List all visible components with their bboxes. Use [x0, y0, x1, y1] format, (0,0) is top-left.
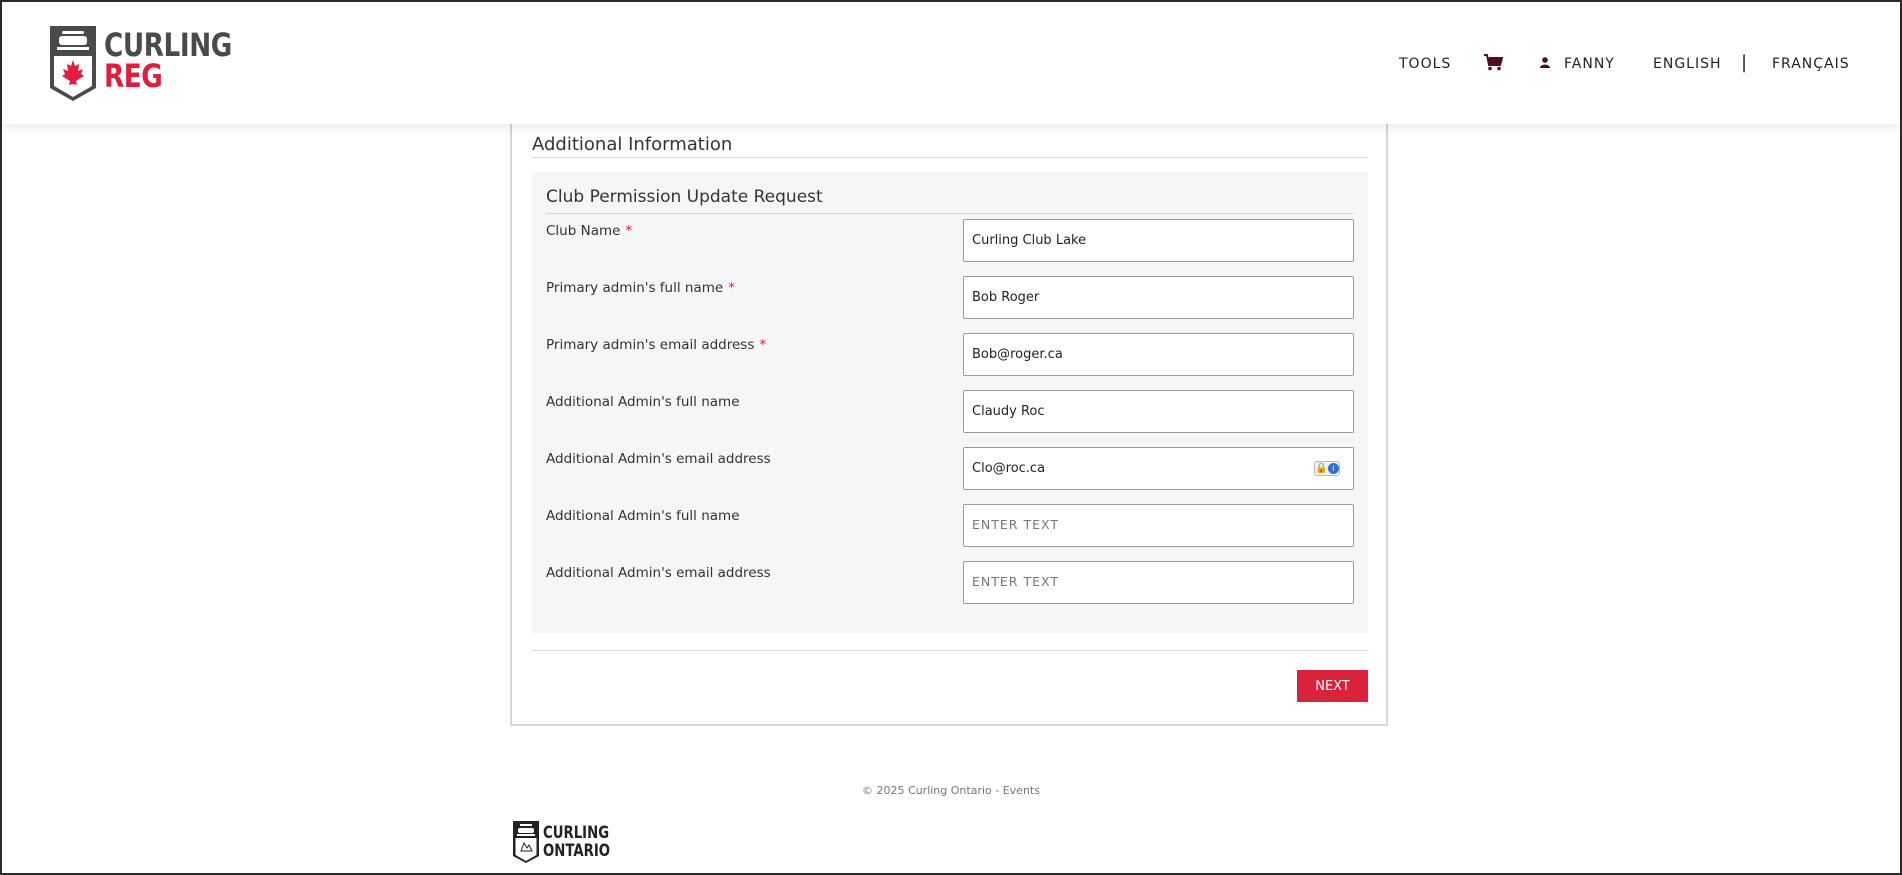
footer-logo-line1: CURLING	[543, 823, 610, 843]
nav-tools-link[interactable]: TOOLS	[1399, 56, 1451, 72]
club-permission-panel: Club Permission Update Request Club Name…	[532, 172, 1368, 633]
additional-admin-name-row-2: Additional Admin's full name	[546, 504, 1354, 548]
primary-admin-email-row: Primary admin's email address *	[546, 333, 1354, 377]
club-name-input[interactable]	[963, 219, 1354, 262]
club-name-label: Club Name *	[546, 223, 633, 239]
additional-admin-email-row-1: Additional Admin's email address 🔒i	[546, 447, 1354, 491]
additional-admin-name-label-2: Additional Admin's full name	[546, 508, 740, 524]
additional-admin-email-input-1[interactable]	[963, 447, 1354, 490]
nav-user-name: FANNY	[1564, 56, 1615, 72]
primary-admin-name-row: Primary admin's full name *	[546, 276, 1354, 320]
footer-logo-line2: ONTARIO	[543, 841, 611, 861]
primary-admin-email-label: Primary admin's email address *	[546, 337, 767, 353]
form-card: Additional Information Club Permission U…	[510, 122, 1388, 726]
section-title: Additional Information	[532, 134, 733, 155]
additional-admin-email-label-1: Additional Admin's email address	[546, 451, 771, 467]
additional-admin-email-row-2: Additional Admin's email address	[546, 561, 1354, 605]
required-marker: *	[625, 223, 633, 239]
additional-admin-email-input-2[interactable]	[963, 561, 1354, 604]
additional-admin-name-row-1: Additional Admin's full name	[546, 390, 1354, 434]
curling-ontario-shield-icon	[513, 821, 539, 863]
password-manager-icon[interactable]: 🔒 i	[1314, 461, 1340, 476]
next-button[interactable]: NEXT	[1297, 670, 1368, 702]
additional-admin-email-label-2: Additional Admin's email address	[546, 565, 771, 581]
actions-divider	[532, 650, 1368, 651]
nav-language-separator: |	[1741, 52, 1749, 73]
logo-line2: REG	[104, 57, 163, 95]
additional-admin-name-input-1[interactable]	[963, 390, 1354, 433]
required-marker: *	[728, 280, 735, 296]
site-header: CURLING REG TOOLS FANNY ENGLISH | FRANÇA…	[2, 2, 1900, 124]
panel-divider	[546, 213, 1354, 214]
footer-logo-wordmark: CURLING ONTARIO	[543, 824, 610, 860]
nav-french-link[interactable]: FRANÇAIS	[1772, 56, 1850, 72]
nav-english-link[interactable]: ENGLISH	[1653, 56, 1722, 72]
curling-ontario-logo: CURLING ONTARIO	[513, 821, 610, 863]
primary-admin-name-label: Primary admin's full name *	[546, 280, 735, 296]
club-name-row: Club Name *	[546, 219, 1354, 263]
section-divider	[532, 157, 1368, 158]
curling-reg-logo[interactable]: CURLING REG	[50, 26, 232, 102]
shopping-cart-icon[interactable]	[1484, 54, 1504, 75]
copyright-text: © 2025 Curling Ontario - Events	[862, 784, 1040, 797]
additional-admin-name-input-2[interactable]	[963, 504, 1354, 547]
panel-title: Club Permission Update Request	[546, 187, 823, 207]
logo-wordmark: CURLING REG	[104, 29, 232, 95]
nav-user-menu[interactable]: FANNY	[1540, 56, 1615, 72]
curling-shield-icon	[50, 26, 96, 101]
primary-admin-email-input[interactable]	[963, 333, 1354, 376]
additional-admin-name-label-1: Additional Admin's full name	[546, 394, 740, 410]
user-icon	[1540, 56, 1550, 72]
primary-admin-name-input[interactable]	[963, 276, 1354, 319]
required-marker: *	[759, 337, 767, 353]
